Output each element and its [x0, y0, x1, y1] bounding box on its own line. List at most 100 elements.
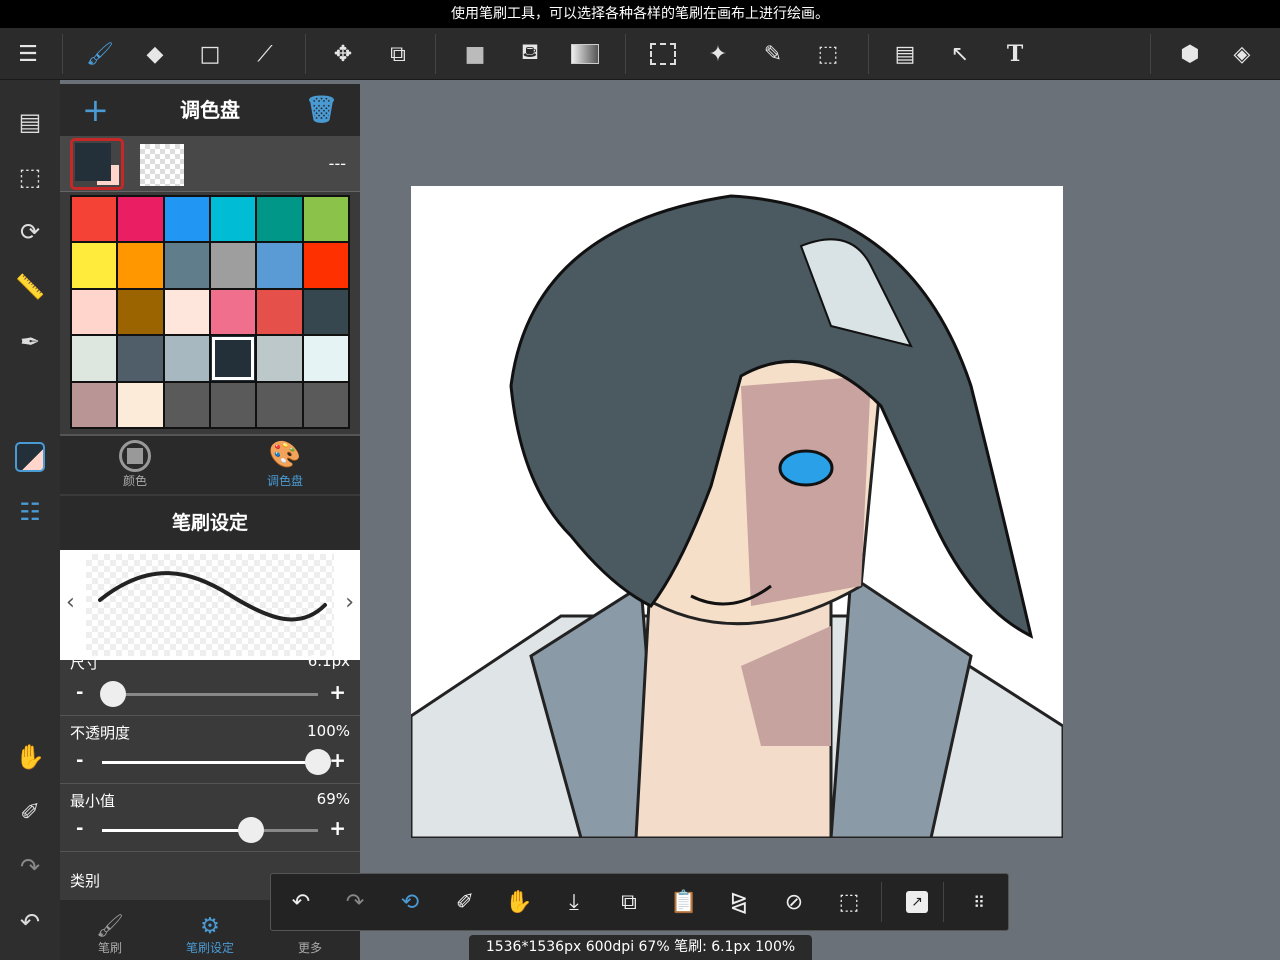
line-icon[interactable]: ⟋	[247, 36, 283, 72]
layers-icon[interactable]: ◈	[1224, 36, 1260, 72]
gradient-icon[interactable]	[567, 36, 603, 72]
color-panel-icon[interactable]	[10, 437, 50, 477]
selection-list-icon[interactable]: ⬚	[10, 157, 50, 197]
palette-swatch[interactable]	[257, 336, 302, 381]
palette-swatch[interactable]	[164, 289, 209, 335]
rectangle-icon[interactable]: □	[192, 36, 228, 72]
tab-palette[interactable]: 🎨 调色盘	[210, 440, 360, 489]
menu-icon[interactable]: ☰	[10, 36, 46, 72]
palette-swatch[interactable]	[303, 243, 348, 288]
prev-brush-button[interactable]: ‹	[66, 590, 75, 615]
palette-swatch[interactable]	[257, 243, 302, 288]
share-icon[interactable]: ↗	[899, 884, 935, 920]
palette-swatch[interactable]	[72, 336, 117, 381]
palette-swatch[interactable]	[303, 289, 348, 335]
ruler-icon[interactable]: 📏	[10, 267, 50, 307]
minimum-slider[interactable]	[102, 817, 318, 843]
select-eraser-icon[interactable]: ⬚	[810, 36, 846, 72]
palette-swatch[interactable]	[303, 382, 348, 427]
palette-swatch[interactable]	[118, 243, 163, 288]
palette-swatch[interactable]	[72, 197, 117, 242]
undo-icon[interactable]: ↶	[283, 884, 319, 920]
minimum-decrease-button[interactable]: -	[76, 818, 83, 839]
redo-icon[interactable]: ↷	[10, 847, 50, 887]
bucket-icon[interactable]: ⛾	[512, 36, 548, 72]
redo-icon[interactable]: ↷	[337, 884, 373, 920]
palette-swatch[interactable]	[210, 336, 256, 381]
materials-icon[interactable]: ⬢	[1172, 36, 1208, 72]
palette-swatch[interactable]	[72, 289, 117, 335]
move-icon[interactable]: ✥	[325, 36, 361, 72]
transparent-color-button[interactable]	[140, 144, 184, 186]
brush-list-icon[interactable]: ☷	[10, 492, 50, 532]
import-icon[interactable]: ⤓	[556, 884, 592, 920]
opacity-slider[interactable]	[102, 749, 331, 775]
brush-stroke-preview	[98, 571, 327, 622]
eyedropper-icon[interactable]: ✐	[447, 884, 483, 920]
next-brush-button[interactable]: ›	[345, 590, 354, 615]
undo-icon[interactable]: ↶	[10, 902, 50, 942]
trash-icon[interactable]: 🗑	[305, 84, 338, 136]
hand-icon[interactable]: ✋	[10, 737, 50, 777]
select-rect-icon[interactable]	[645, 36, 681, 72]
tab-color[interactable]: 颜色	[60, 440, 210, 489]
text-icon[interactable]: T	[997, 36, 1033, 72]
hand-icon[interactable]: ✋	[501, 884, 537, 920]
palette-swatch[interactable]	[210, 382, 256, 427]
palette-swatch[interactable]	[210, 289, 256, 335]
palette-swatch[interactable]	[72, 243, 117, 288]
minimum-increase-button[interactable]: +	[329, 816, 346, 840]
paste-icon[interactable]: 📋	[666, 884, 702, 920]
select-pen-icon[interactable]: ✎	[755, 36, 791, 72]
tab-more[interactable]: 更多	[260, 939, 360, 956]
opacity-decrease-button[interactable]: -	[76, 750, 83, 771]
size-decrease-button[interactable]: -	[76, 682, 83, 703]
tab-brush[interactable]: 🖌 笔刷	[60, 914, 160, 956]
palette-swatch[interactable]	[118, 197, 163, 242]
fill-rect-icon[interactable]: ■	[457, 36, 493, 72]
slider-knob[interactable]	[99, 681, 126, 707]
palette-swatch[interactable]	[210, 197, 256, 242]
pen-icon[interactable]: ✒	[10, 322, 50, 362]
slider-knob[interactable]	[238, 817, 265, 843]
fg-bg-color-button[interactable]	[70, 138, 124, 190]
grid-menu-icon[interactable]: ⠿	[961, 884, 997, 920]
palette-swatch[interactable]	[118, 382, 163, 427]
palette-swatch[interactable]	[257, 197, 302, 242]
palette-swatch[interactable]	[164, 336, 209, 381]
eyedropper-icon[interactable]: ✐	[10, 792, 50, 832]
palette-swatch[interactable]	[210, 243, 256, 288]
tab-brush-settings[interactable]: ⚙ 笔刷设定	[160, 914, 260, 956]
slider-knob[interactable]	[305, 749, 331, 775]
magic-wand-icon[interactable]: ✦	[700, 36, 736, 72]
layout-icon[interactable]: ▤	[887, 36, 923, 72]
no-rotate-icon[interactable]: ⊘	[776, 884, 812, 920]
copy-icon[interactable]: ⧉	[611, 884, 647, 920]
brush-preview: ‹ ›	[60, 550, 360, 660]
size-increase-button[interactable]: +	[329, 680, 346, 704]
pointer-icon[interactable]: ↖	[942, 36, 978, 72]
pages-icon[interactable]: ▤	[10, 102, 50, 142]
transform-icon[interactable]: ⧉	[380, 36, 416, 72]
palette-swatch[interactable]	[303, 336, 348, 381]
opacity-increase-button[interactable]: +	[329, 748, 346, 772]
flip-icon[interactable]: ⧎	[721, 884, 757, 920]
palette-swatch[interactable]	[257, 382, 302, 427]
canvas-artwork[interactable]	[411, 186, 1063, 838]
palette-swatch[interactable]	[164, 197, 209, 242]
hint-banner: 使用笔刷工具，可以选择各种各样的笔刷在画布上进行绘画。	[0, 0, 1280, 28]
brush-icon[interactable]: 🖌	[82, 36, 118, 72]
rotate-icon[interactable]: ⟳	[10, 212, 50, 252]
palette-swatch[interactable]	[118, 336, 163, 381]
palette-swatch[interactable]	[257, 289, 302, 335]
add-palette-button[interactable]: +	[82, 84, 109, 136]
eraser-icon[interactable]: ◆	[137, 36, 173, 72]
palette-swatch[interactable]	[118, 289, 163, 335]
clear-icon[interactable]: ⬚	[831, 884, 867, 920]
palette-swatch[interactable]	[164, 382, 209, 427]
size-slider[interactable]	[99, 681, 318, 707]
palette-swatch[interactable]	[164, 243, 209, 288]
brush-eraser-toggle-icon[interactable]: ⟲	[392, 884, 428, 920]
palette-swatch[interactable]	[303, 197, 348, 242]
palette-swatch[interactable]	[72, 382, 117, 427]
